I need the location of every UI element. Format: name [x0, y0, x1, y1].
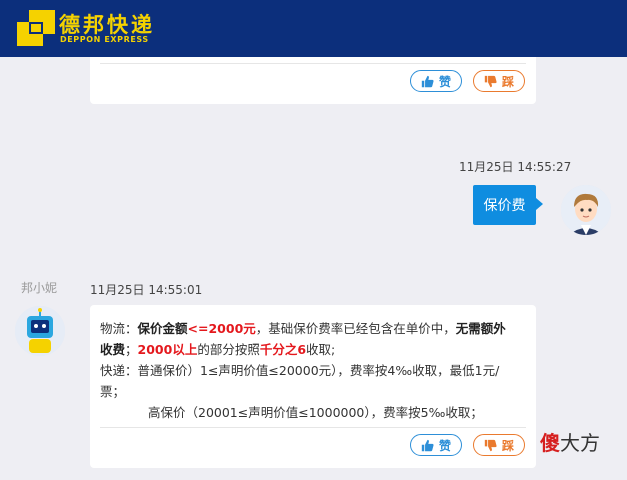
user-message-timestamp: 11月25日 14:55:27 [459, 160, 572, 174]
express-high-line: 高保价（20001≤声明价值≤1000000），费率按5‰收取； [148, 405, 483, 420]
previous-agent-message: 赞 踩 [90, 57, 536, 104]
message-divider [100, 63, 526, 64]
thumbs-up-icon [421, 439, 434, 451]
logistics-paragraph: 物流：保价金额<=2000元，基础保价费率已经包含在单价中，无需额外收费；200… [100, 318, 510, 360]
agent-avatar [15, 306, 65, 356]
thumbs-up-icon [421, 75, 434, 87]
text-portion: 的部分按照 [197, 342, 260, 357]
like-label: 赞 [438, 438, 451, 453]
text-separator: ； [125, 342, 138, 357]
text-above-2000: 2000以上 [137, 342, 198, 357]
watermark-text: 大方 [560, 431, 600, 455]
app-header: 德邦快递 DEPPON EXPRESS [0, 0, 627, 57]
like-button[interactable]: 赞 [410, 434, 462, 456]
thumbs-down-icon [484, 75, 497, 87]
text-included: ，基础保价费率已经包含在单价中， [255, 321, 456, 336]
user-avatar-icon [561, 185, 611, 235]
dislike-label: 踩 [501, 438, 514, 453]
watermark: 傻大方 [540, 427, 600, 456]
dislike-label: 踩 [501, 74, 514, 89]
agent-avatar-icon [15, 306, 65, 356]
text-insured-amount: 保价金额 [137, 321, 188, 336]
user-message-bubble: 保价费 [473, 185, 543, 225]
brand-name-en: DEPPON EXPRESS [60, 35, 149, 44]
text-logistics-prefix: 物流： [100, 321, 138, 336]
watermark-char: 傻 [540, 431, 560, 455]
text-rate-6: 千分之6 [259, 342, 307, 357]
message-divider [100, 427, 526, 428]
agent-message-timestamp: 11月25日 14:55:01 [90, 283, 203, 297]
agent-name: 邦小妮 [21, 281, 58, 295]
like-label: 赞 [438, 74, 451, 89]
text-threshold: <=2000元 [187, 321, 256, 336]
express-standard-line: 快递：普通保价）1≤声明价值≤20000元），费率按4‰收取，最低1元/票； [100, 363, 500, 399]
text-charge: 收取; [306, 342, 336, 357]
thumbs-down-icon [484, 439, 497, 451]
dislike-button[interactable]: 踩 [473, 70, 525, 92]
deppon-logo-icon [17, 10, 55, 46]
dislike-button[interactable]: 踩 [473, 434, 525, 456]
agent-message-text: 物流：保价金额<=2000元，基础保价费率已经包含在单价中，无需额外收费；200… [100, 318, 510, 423]
user-avatar [561, 185, 611, 235]
user-message-text: 保价费 [483, 198, 526, 214]
like-button[interactable]: 赞 [410, 70, 462, 92]
